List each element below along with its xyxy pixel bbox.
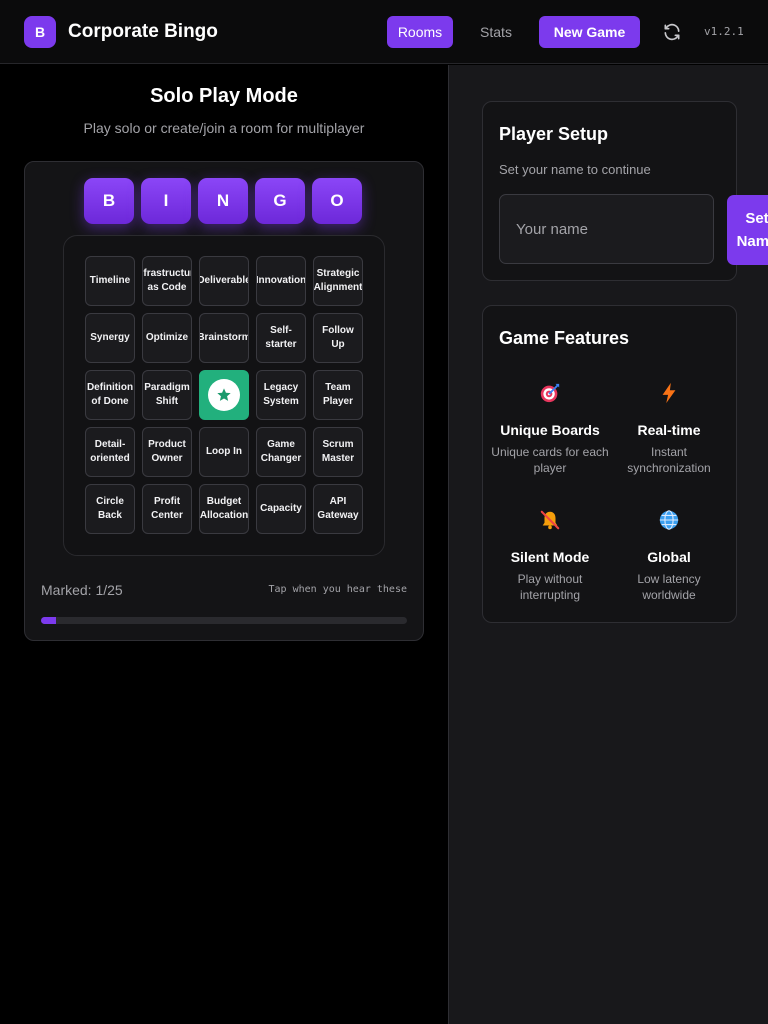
marked-count: Marked: 1/25 — [41, 582, 123, 598]
tap-hint: Tap when you hear these — [268, 584, 407, 595]
bingo-cell[interactable]: Paradigm Shift — [142, 370, 192, 420]
bingo-header: B I N G O — [84, 178, 362, 224]
bingo-grid: Timeline Infrastructure as Code Delivera… — [85, 256, 365, 536]
feature-name: Global — [647, 549, 691, 565]
name-input[interactable] — [499, 194, 714, 264]
progress-bar — [41, 617, 407, 624]
free-space-cell[interactable] — [199, 370, 249, 420]
feature-real-time: Real-time Instant synchronization — [610, 382, 728, 476]
bingo-cell[interactable]: Detail-oriented — [85, 427, 135, 477]
progress-fill — [41, 617, 56, 624]
star-icon — [208, 379, 240, 411]
bingo-cell[interactable]: Innovation — [256, 256, 306, 306]
feature-description: Low latency worldwide — [637, 572, 701, 602]
bingo-cell[interactable]: Game Changer — [256, 427, 306, 477]
bingo-cell[interactable]: Loop In — [199, 427, 249, 477]
bingo-cell[interactable]: Profit Center — [142, 484, 192, 534]
lightning-icon — [658, 382, 680, 404]
feature-description: Instant synchronization — [627, 445, 711, 475]
feature-name: Unique Boards — [500, 422, 600, 438]
bingo-board-card: B I N G O Timeline Infrastructure as Cod… — [24, 161, 424, 641]
app-title: Corporate Bingo — [68, 21, 218, 42]
bingo-letter-n: N — [198, 178, 248, 224]
solo-title: Solo Play Mode — [150, 85, 298, 107]
globe-icon — [658, 509, 680, 531]
game-features-card: Game Features Unique Boards Unique cards… — [482, 305, 737, 623]
bingo-cell[interactable]: API Gateway — [313, 484, 363, 534]
version-label: v1.2.1 — [704, 25, 744, 38]
bingo-cell[interactable]: Timeline — [85, 256, 135, 306]
player-setup-title: Player Setup — [499, 124, 609, 144]
app-logo: B — [24, 16, 56, 48]
stats-button[interactable]: Stats — [470, 16, 522, 48]
bingo-cell[interactable]: Deliverable — [199, 256, 249, 306]
bingo-letter-g: G — [255, 178, 305, 224]
bingo-cell[interactable]: Circle Back — [85, 484, 135, 534]
feature-description: Play without interrupting — [517, 572, 583, 602]
target-icon — [539, 382, 561, 404]
bingo-cell[interactable]: Legacy System — [256, 370, 306, 420]
bingo-cell[interactable]: Definition of Done — [85, 370, 135, 420]
bingo-letter-i: I — [141, 178, 191, 224]
bingo-cell[interactable]: Brainstorm — [199, 313, 249, 363]
app-header: B Corporate Bingo Rooms Stats New Game v… — [0, 0, 768, 64]
feature-name: Real-time — [637, 422, 701, 438]
feature-global: Global Low latency worldwide — [610, 509, 728, 603]
bingo-letter-b: B — [84, 178, 134, 224]
bingo-cell[interactable]: Budget Allocation — [199, 484, 249, 534]
bingo-grid-container: Timeline Infrastructure as Code Delivera… — [63, 235, 385, 556]
feature-description: Unique cards for each player — [491, 445, 609, 475]
bingo-cell[interactable]: Follow Up — [313, 313, 363, 363]
bingo-cell[interactable]: Optimize — [142, 313, 192, 363]
solo-subtitle: Play solo or create/join a room for mult… — [83, 120, 365, 136]
side-panel: Player Setup Set your name to continue S… — [448, 65, 768, 1024]
game-features-title: Game Features — [499, 328, 630, 348]
bingo-cell[interactable]: Self-starter — [256, 313, 306, 363]
bingo-cell[interactable]: Product Owner — [142, 427, 192, 477]
bingo-letter-o: O — [312, 178, 362, 224]
player-setup-card: Player Setup Set your name to continue S… — [482, 101, 768, 281]
feature-unique-boards: Unique Boards Unique cards for each play… — [491, 382, 609, 476]
refresh-icon[interactable] — [662, 22, 682, 42]
bingo-cell[interactable]: Strategic Alignment — [313, 256, 363, 306]
feature-silent-mode: Silent Mode Play without interrupting — [491, 509, 609, 603]
new-game-button[interactable]: New Game — [539, 16, 640, 48]
set-name-button[interactable]: Set Name — [727, 195, 768, 265]
rooms-button[interactable]: Rooms — [387, 16, 453, 48]
bingo-cell[interactable]: Team Player — [313, 370, 363, 420]
bingo-cell[interactable]: Infrastructure as Code — [142, 256, 192, 306]
player-setup-subtitle: Set your name to continue — [499, 162, 651, 177]
bingo-cell[interactable]: Synergy — [85, 313, 135, 363]
solo-play-panel: Solo Play Mode Play solo or create/join … — [0, 65, 448, 1024]
feature-name: Silent Mode — [510, 549, 590, 565]
bingo-cell[interactable]: Capacity — [256, 484, 306, 534]
muted-bell-icon — [539, 509, 561, 531]
bingo-cell[interactable]: Scrum Master — [313, 427, 363, 477]
